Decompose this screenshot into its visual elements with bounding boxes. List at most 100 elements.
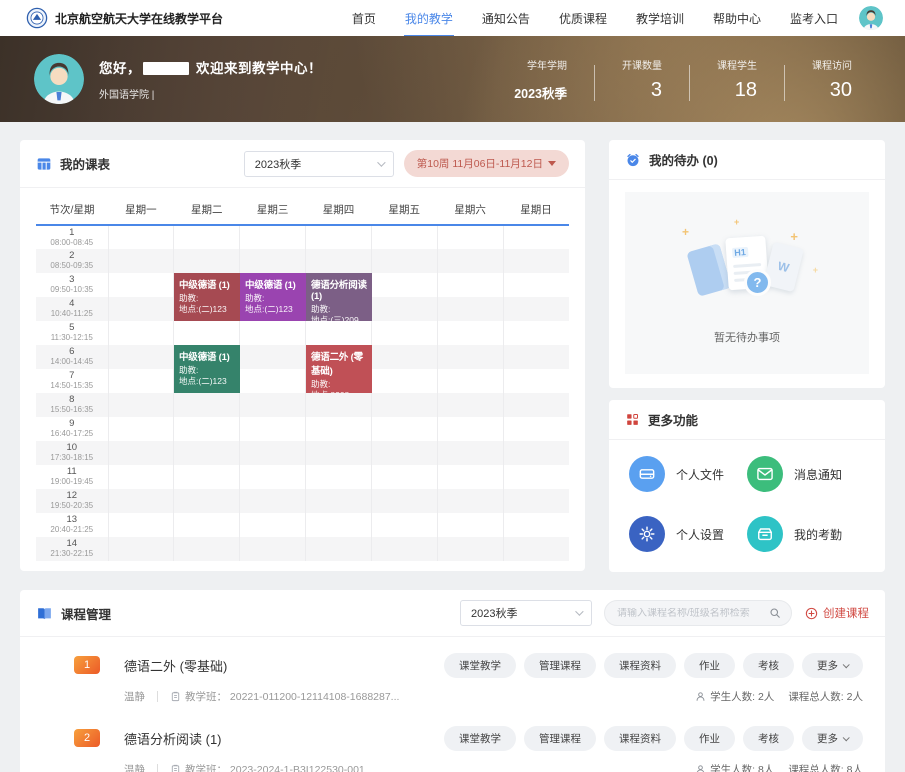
course-index-badge: 1 (74, 656, 100, 674)
timetable-day-header: 星期四 (306, 194, 372, 225)
timetable-cell (108, 249, 174, 273)
timetable-cell (437, 441, 503, 465)
university-emblem-icon (26, 7, 48, 29)
period-cell: 1219:50-20:35 (36, 489, 108, 513)
action-课程资料[interactable]: 课程资料 (604, 726, 676, 751)
period-cell: 1421:30-22:15 (36, 537, 108, 561)
action-more[interactable]: 更多 (802, 653, 863, 678)
todo-empty-illustration: + + + + H1 W ? (672, 221, 822, 313)
timetable-row: 614:00-14:45 (36, 345, 569, 369)
period-time: 16:40-17:25 (36, 430, 108, 439)
gear-icon (629, 516, 665, 552)
timetable-cell (108, 321, 174, 345)
course-block[interactable]: 中级德语 (1)助教:地点:(二)123 (174, 273, 240, 321)
timetable-cell (240, 417, 306, 441)
action-考核[interactable]: 考核 (743, 726, 794, 751)
period-number: 1 (36, 228, 108, 239)
period-time: 08:00-08:45 (36, 239, 108, 248)
course-term-select[interactable]: 2023秋季 (460, 600, 592, 626)
course-block-assistant: 助教: (179, 293, 235, 304)
timetable-cell (503, 513, 569, 537)
banner-stat: 学年学期2023秋季 (487, 57, 594, 102)
timetable-cell (437, 321, 503, 345)
course-management-title: 课程管理 (61, 604, 111, 623)
alarm-check-icon (625, 152, 641, 168)
total-count: 课程总人数: 2人 (788, 689, 863, 704)
user-avatar[interactable] (859, 6, 883, 30)
course-title[interactable]: 德语分析阅读 (1) (124, 729, 222, 748)
nav-item-优质课程[interactable]: 优质课程 (558, 0, 608, 37)
todo-empty-state: + + + + H1 W ? (625, 192, 869, 374)
timetable-cell (437, 537, 503, 561)
function-消息通知[interactable]: 消息通知 (747, 456, 865, 492)
plus-circle-icon (805, 607, 818, 620)
action-作业[interactable]: 作业 (684, 726, 735, 751)
period-cell: 1119:00-19:45 (36, 465, 108, 489)
action-管理课程[interactable]: 管理课程 (524, 726, 596, 751)
function-个人文件[interactable]: 个人文件 (629, 456, 747, 492)
action-考核[interactable]: 考核 (743, 653, 794, 678)
timetable-row: 1421:30-22:15 (36, 537, 569, 561)
action-课堂教学[interactable]: 课堂教学 (444, 653, 516, 678)
course-stats: 学生人数: 2人课程总人数: 2人 (695, 689, 863, 704)
timetable-cell (503, 225, 569, 249)
timetable-cell (437, 225, 503, 249)
period-time: 14:50-15:35 (36, 382, 108, 391)
student-count: 学生人数: 2人 (695, 689, 774, 704)
timetable-cell (108, 225, 174, 249)
student-count-label: 学生人数: 2人 (710, 689, 774, 704)
nav-item-首页[interactable]: 首页 (351, 0, 377, 37)
function-我的考勤[interactable]: 我的考勤 (747, 516, 865, 552)
nav-item-通知公告[interactable]: 通知公告 (481, 0, 531, 37)
action-作业[interactable]: 作业 (684, 653, 735, 678)
drive-icon (629, 456, 665, 492)
triangle-down-icon (548, 161, 556, 166)
timetable-cell (240, 249, 306, 273)
period-cell: 1320:40-21:25 (36, 513, 108, 537)
timetable-cell (371, 417, 437, 441)
timetable-cell (437, 393, 503, 417)
course-block[interactable]: 中级德语 (1)助教:地点:(二)123 (174, 345, 240, 393)
chevron-down-icon (575, 607, 583, 615)
course-search-input[interactable] (617, 608, 769, 619)
timetable-cell (108, 441, 174, 465)
period-time: 17:30-18:15 (36, 454, 108, 463)
timetable-cell (174, 393, 240, 417)
action-课堂教学[interactable]: 课堂教学 (444, 726, 516, 751)
week-selector[interactable]: 第10周 11月06日-11月12日 (404, 150, 569, 177)
timetable-cell (437, 465, 503, 489)
timetable-cell (240, 441, 306, 465)
timetable-term-select[interactable]: 2023秋季 (244, 151, 394, 177)
timetable-cell (240, 513, 306, 537)
course-block[interactable]: 中级德语 (1)助教:地点:(二)123 (240, 273, 306, 321)
stat-value: 2023秋季 (514, 83, 567, 102)
timetable-grid: 节次/星期星期一星期二星期三星期四星期五星期六星期日 108:00-08:452… (20, 188, 585, 571)
brand: 北京航空航天大学在线教学平台 (26, 7, 223, 29)
banner-stat: 开课数量3 (595, 57, 689, 102)
timetable-cell (174, 513, 240, 537)
stat-value: 18 (717, 79, 757, 102)
timetable-card: 我的课表 2023秋季 第10周 11月06日-11月12日 节次/星期星期一星… (20, 140, 585, 571)
course-block[interactable]: 德语二外 (零基础)助教:地点:8208 (306, 345, 372, 393)
action-管理课程[interactable]: 管理课程 (524, 653, 596, 678)
action-more[interactable]: 更多 (802, 726, 863, 751)
function-个人设置[interactable]: 个人设置 (629, 516, 747, 552)
search-icon[interactable] (769, 607, 781, 619)
timetable-cell (108, 417, 174, 441)
period-cell: 309:50-10:35 (36, 273, 108, 297)
timetable-cell (503, 489, 569, 513)
timetable-cell (437, 513, 503, 537)
nav-item-教学培训[interactable]: 教学培训 (635, 0, 685, 37)
stat-label: 课程访问 (812, 57, 852, 72)
nav-item-监考入口[interactable]: 监考入口 (789, 0, 839, 37)
course-block[interactable]: 德语分析阅读 (1)助教:地点:(三)209 (306, 273, 372, 321)
timetable-cell (437, 489, 503, 513)
course-title[interactable]: 德语二外 (零基础) (124, 656, 227, 675)
timetable-cell (437, 249, 503, 273)
action-课程资料[interactable]: 课程资料 (604, 653, 676, 678)
nav-item-我的教学[interactable]: 我的教学 (404, 0, 454, 37)
create-course-button[interactable]: 创建课程 (805, 605, 869, 621)
nav-item-帮助中心[interactable]: 帮助中心 (712, 0, 762, 37)
timetable-cell (108, 369, 174, 393)
timetable-cell (503, 417, 569, 441)
